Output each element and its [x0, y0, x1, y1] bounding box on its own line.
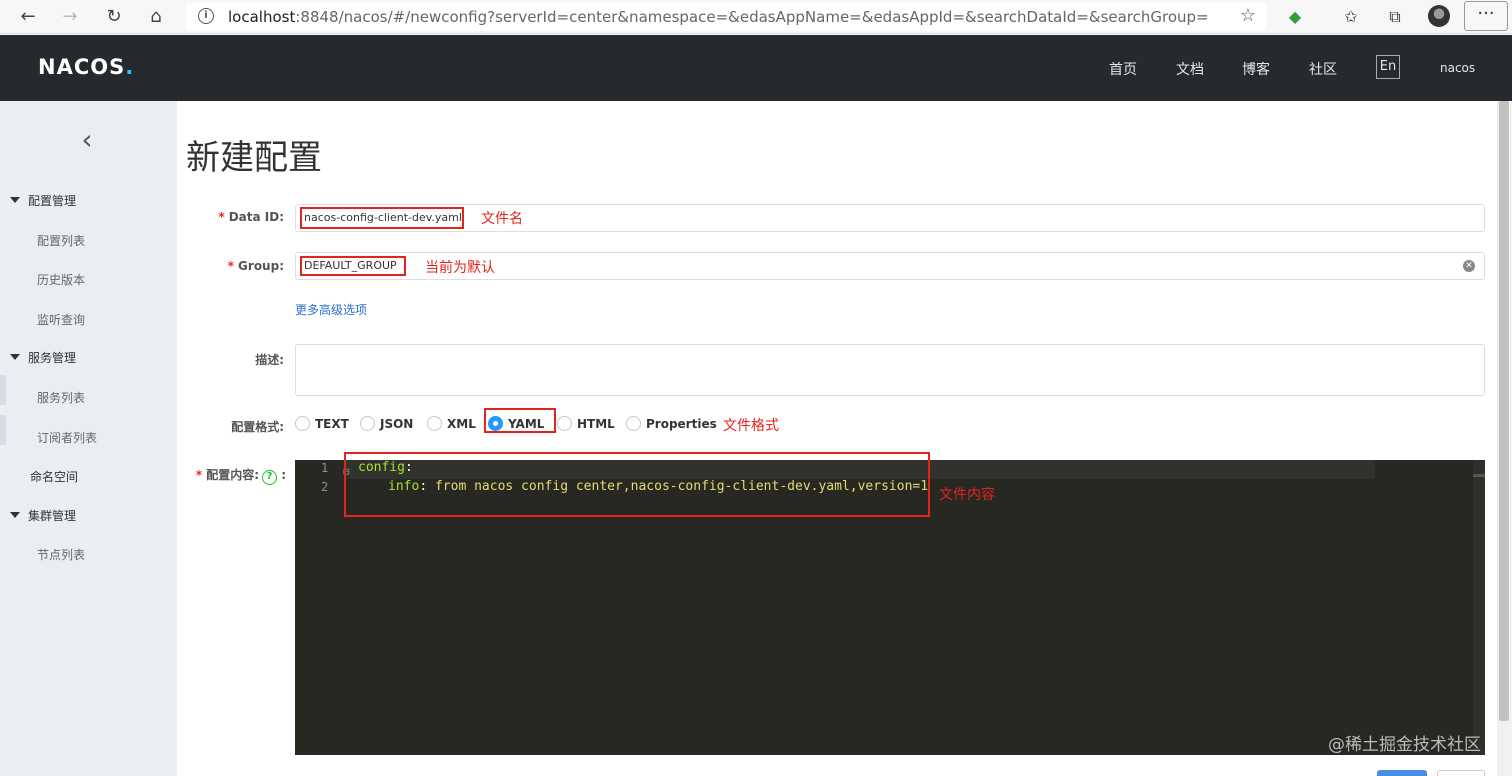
- sidebar-item-service-list[interactable]: 服务列表: [37, 389, 85, 406]
- sidebar-item-namespace[interactable]: 命名空间: [30, 468, 78, 485]
- page-scrollbar[interactable]: [1497, 101, 1512, 776]
- sidebar: ‹ 配置管理 配置列表 历史版本 监听查询 服务管理 服务列表 订阅者列表 命名…: [0, 101, 177, 776]
- radio-circle[interactable]: [295, 416, 310, 431]
- scrollbar-thumb[interactable]: [1499, 101, 1509, 721]
- back-arrow-icon[interactable]: ←: [16, 5, 40, 29]
- radio-circle[interactable]: [626, 416, 641, 431]
- sidebar-group-config[interactable]: 配置管理: [10, 192, 76, 209]
- caret-down-icon: [10, 197, 20, 203]
- more-menu-icon[interactable]: ···: [1464, 1, 1508, 31]
- sidebar-item-history[interactable]: 历史版本: [37, 271, 85, 288]
- favorites-icon[interactable]: ✩: [1340, 6, 1362, 28]
- extension-icon[interactable]: ◆: [1284, 6, 1306, 28]
- user-name[interactable]: nacos: [1440, 61, 1475, 75]
- annotation-box-format: [484, 408, 556, 433]
- line-number: 1: [321, 461, 329, 475]
- sidebar-marker: [0, 375, 6, 405]
- format-radio-html[interactable]: HTML: [557, 416, 615, 431]
- data-id-input[interactable]: nacos-config-client-dev.yaml: [295, 204, 1485, 232]
- forward-arrow-icon[interactable]: →: [58, 5, 82, 29]
- advanced-options-link[interactable]: 更多高级选项: [295, 301, 367, 318]
- sidebar-item-subscribers[interactable]: 订阅者列表: [37, 429, 97, 446]
- format-radio-text[interactable]: TEXT: [295, 416, 349, 431]
- publish-button[interactable]: [1377, 770, 1427, 776]
- collapse-chevron-left-icon[interactable]: ‹: [72, 125, 102, 155]
- bookmark-star-icon[interactable]: ☆: [1240, 5, 1256, 26]
- page-title: 新建配置: [186, 138, 322, 178]
- home-icon[interactable]: ⌂: [144, 5, 168, 29]
- format-label: 配置格式:: [231, 420, 284, 434]
- radio-circle[interactable]: [360, 416, 375, 431]
- annotation-file-name: 文件名: [481, 211, 523, 227]
- format-radio-xml[interactable]: XML: [427, 416, 476, 431]
- description-label: 描述:: [255, 353, 284, 367]
- format-radio-json[interactable]: JSON: [360, 416, 413, 431]
- editor-scrollbar[interactable]: [1473, 460, 1485, 755]
- nav-community[interactable]: 社区: [1309, 59, 1337, 79]
- url-text: localhost:8848/nacos/#/newconfig?serverI…: [228, 8, 1209, 26]
- sidebar-marker: [0, 415, 6, 445]
- format-radio-properties[interactable]: Properties: [626, 416, 717, 431]
- watermark: @稀土掘金技术社区: [1328, 735, 1481, 755]
- annotation-file-content: 文件内容: [939, 487, 995, 503]
- profile-avatar[interactable]: [1428, 5, 1450, 27]
- nav-home[interactable]: 首页: [1109, 59, 1137, 79]
- sidebar-group-cluster[interactable]: 集群管理: [10, 507, 76, 524]
- content-label: * 配置内容:? :: [186, 466, 286, 485]
- browser-toolbar: ← → ↻ ⌂ i localhost:8848/nacos/#/newconf…: [0, 0, 1512, 34]
- description-textarea[interactable]: [295, 344, 1485, 396]
- annotation-box-data-id: [300, 207, 464, 229]
- annotation-file-format: 文件格式: [723, 418, 779, 434]
- app-header: NACOS. 首页 文档 博客 社区 En nacos: [0, 35, 1512, 101]
- return-button[interactable]: [1437, 770, 1485, 776]
- annotation-box-content: [344, 452, 930, 517]
- annotation-box-group: [300, 256, 406, 276]
- address-bar[interactable]: i localhost:8848/nacos/#/newconfig?serve…: [186, 3, 1266, 31]
- info-icon[interactable]: i: [198, 8, 214, 24]
- clear-icon[interactable]: ✕: [1463, 260, 1475, 272]
- sidebar-item-listener[interactable]: 监听查询: [37, 311, 85, 328]
- group-label: * Group:: [227, 259, 284, 273]
- radio-circle[interactable]: [557, 416, 572, 431]
- refresh-icon[interactable]: ↻: [102, 5, 126, 29]
- annotation-group-default: 当前为默认: [425, 260, 495, 276]
- sidebar-item-nodes[interactable]: 节点列表: [37, 546, 85, 563]
- line-number: 2: [321, 480, 329, 494]
- collections-icon[interactable]: ⧉: [1384, 6, 1406, 28]
- help-icon[interactable]: ?: [262, 470, 277, 485]
- nav-blog[interactable]: 博客: [1242, 59, 1270, 79]
- nacos-logo[interactable]: NACOS.: [38, 55, 134, 79]
- caret-down-icon: [10, 512, 20, 518]
- sidebar-item-config-list[interactable]: 配置列表: [37, 232, 85, 249]
- radio-circle[interactable]: [427, 416, 442, 431]
- nav-docs[interactable]: 文档: [1176, 59, 1204, 79]
- data-id-label: * Data ID:: [218, 210, 284, 224]
- caret-down-icon: [10, 354, 20, 360]
- language-toggle[interactable]: En: [1376, 55, 1400, 79]
- sidebar-group-service[interactable]: 服务管理: [10, 349, 76, 366]
